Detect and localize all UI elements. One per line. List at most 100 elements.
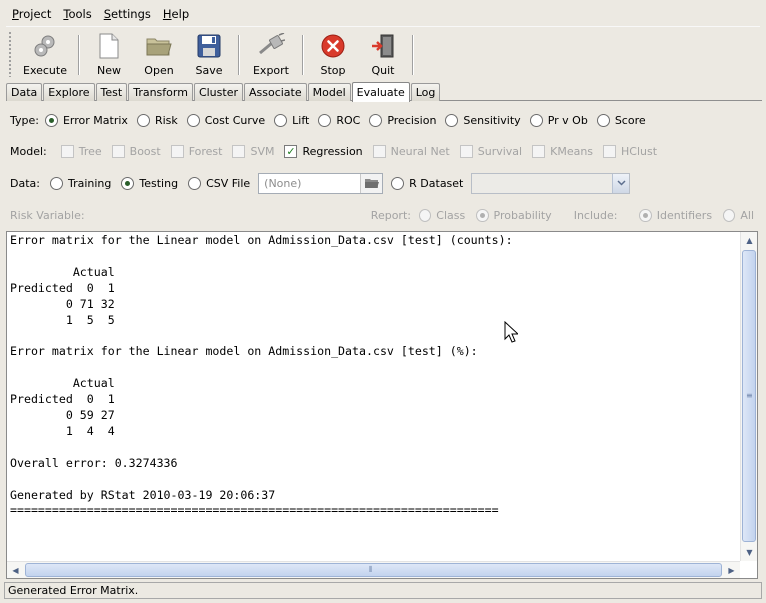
- save-button[interactable]: Save: [184, 27, 234, 77]
- output-text[interactable]: Error matrix for the Linear model on Adm…: [10, 233, 513, 519]
- all-label: All: [740, 208, 755, 222]
- tab-log[interactable]: Log: [410, 83, 441, 101]
- stop-label: Stop: [320, 64, 346, 77]
- floppy-save-icon: [195, 32, 223, 60]
- identifiers-label: Identifiers: [656, 208, 713, 222]
- thumb-grip-icon: ≡: [746, 391, 753, 400]
- model-label: Model:: [10, 144, 47, 158]
- radio-precision[interactable]: [369, 113, 383, 127]
- radio-pr-v-ob[interactable]: [529, 113, 543, 127]
- scroll-left-icon[interactable]: ◀: [7, 562, 24, 578]
- output-text-pane[interactable]: Error matrix for the Linear model on Adm…: [6, 231, 758, 579]
- tab-evaluate[interactable]: Evaluate: [351, 82, 410, 102]
- checkbox-regression[interactable]: ✓: [284, 144, 298, 158]
- class-label: Class: [436, 208, 466, 222]
- tab-model[interactable]: Model: [307, 83, 351, 101]
- status-text: Generated Error Matrix.: [8, 584, 139, 597]
- menu-settings[interactable]: Settings: [98, 7, 157, 21]
- checkbox-forest[interactable]: [170, 144, 184, 158]
- open-button[interactable]: Open: [134, 27, 184, 77]
- new-button[interactable]: New: [84, 27, 134, 77]
- radio-sensitivity[interactable]: [445, 113, 459, 127]
- stop-button[interactable]: Stop: [308, 27, 358, 77]
- tab-explore[interactable]: Explore: [43, 83, 95, 101]
- radio-error-matrix[interactable]: [44, 113, 58, 127]
- sensitivity-label: Sensitivity: [463, 113, 521, 127]
- vertical-scrollbar[interactable]: ▲ ≡ ▼: [740, 232, 757, 561]
- risk-variable-label: Risk Variable:: [10, 208, 85, 222]
- cost-curve-label: Cost Curve: [204, 113, 266, 127]
- checkbox-kmeans[interactable]: [532, 144, 546, 158]
- menu-tools[interactable]: Tools: [57, 7, 97, 21]
- data-label: Data:: [10, 176, 40, 190]
- quit-button[interactable]: Quit: [358, 27, 408, 77]
- forest-label: Forest: [188, 144, 223, 158]
- export-label: Export: [252, 64, 289, 77]
- gears-icon: [31, 32, 59, 60]
- tree-label: Tree: [78, 144, 102, 158]
- csv-file-chooser[interactable]: (None): [258, 172, 384, 194]
- tab-transform[interactable]: Transform: [128, 83, 193, 101]
- radio-cost-curve[interactable]: [186, 113, 200, 127]
- score-label: Score: [614, 113, 646, 127]
- precision-label: Precision: [387, 113, 437, 127]
- type-row: Type: Error Matrix Risk Cost Curve Lift …: [10, 110, 646, 130]
- folder-icon[interactable]: [360, 173, 383, 193]
- boost-label: Boost: [129, 144, 161, 158]
- new-document-icon: [95, 32, 123, 60]
- menu-bar: Project Tools Settings Help: [0, 4, 766, 24]
- lift-label: Lift: [292, 113, 310, 127]
- export-plug-icon: [257, 32, 285, 60]
- tab-test[interactable]: Test: [95, 83, 128, 101]
- new-label: New: [97, 64, 121, 77]
- tab-cluster[interactable]: Cluster: [193, 83, 243, 101]
- include-label: Include:: [573, 208, 618, 222]
- execute-button[interactable]: Execute: [16, 27, 74, 77]
- radio-identifiers[interactable]: [639, 208, 652, 222]
- neural-net-label: Neural Net: [390, 144, 450, 158]
- error-matrix-label: Error Matrix: [62, 113, 128, 127]
- tab-associate[interactable]: Associate: [243, 83, 307, 101]
- checkbox-svm[interactable]: [232, 144, 246, 158]
- radio-roc[interactable]: [318, 113, 332, 127]
- toolbar-grip[interactable]: [8, 31, 12, 77]
- radio-risk[interactable]: [136, 113, 150, 127]
- checkbox-hclust[interactable]: [603, 144, 617, 158]
- radio-all[interactable]: [723, 208, 736, 222]
- tab-bar: Data Explore Test Transform Cluster Asso…: [6, 82, 441, 102]
- thumb-grip-icon: ⦀: [369, 565, 373, 574]
- toolbar-separator: [412, 35, 414, 75]
- mouse-pointer-icon: [504, 320, 520, 346]
- tab-data[interactable]: Data: [6, 83, 43, 101]
- toolbar-separator: [302, 35, 304, 75]
- checkbox-boost[interactable]: [111, 144, 125, 158]
- scroll-up-icon[interactable]: ▲: [741, 232, 757, 249]
- export-button[interactable]: Export: [244, 27, 298, 77]
- scroll-right-icon[interactable]: ▶: [723, 562, 740, 578]
- scroll-down-icon[interactable]: ▼: [741, 544, 757, 561]
- menu-help[interactable]: Help: [157, 7, 195, 21]
- checkbox-tree[interactable]: [60, 144, 74, 158]
- checkbox-survival[interactable]: [459, 144, 473, 158]
- r-dataset-dropdown[interactable]: [471, 172, 631, 194]
- radio-score[interactable]: [596, 113, 610, 127]
- radio-csv-file[interactable]: [188, 176, 202, 190]
- r-dataset-label: R Dataset: [409, 176, 464, 190]
- radio-class[interactable]: [418, 208, 432, 222]
- radio-probability[interactable]: [476, 208, 489, 222]
- radio-lift[interactable]: [274, 113, 288, 127]
- toolbar: Execute New Open Save Export Stop Quit: [6, 26, 760, 78]
- menu-project[interactable]: Project: [6, 7, 57, 21]
- probability-label: Probability: [493, 208, 552, 222]
- radio-training[interactable]: [49, 176, 63, 190]
- horizontal-scrollbar[interactable]: ◀ ⦀ ▶: [7, 561, 740, 578]
- execute-label: Execute: [23, 64, 67, 77]
- radio-r-dataset[interactable]: [391, 176, 405, 190]
- chevron-down-icon[interactable]: [612, 173, 630, 193]
- vertical-scroll-thumb[interactable]: ≡: [742, 250, 756, 542]
- svm-label: SVM: [250, 144, 275, 158]
- radio-testing[interactable]: [121, 176, 135, 190]
- checkbox-neural-net[interactable]: [372, 144, 386, 158]
- csv-file-value: (None): [264, 176, 302, 190]
- horizontal-scroll-thumb[interactable]: ⦀: [25, 563, 722, 577]
